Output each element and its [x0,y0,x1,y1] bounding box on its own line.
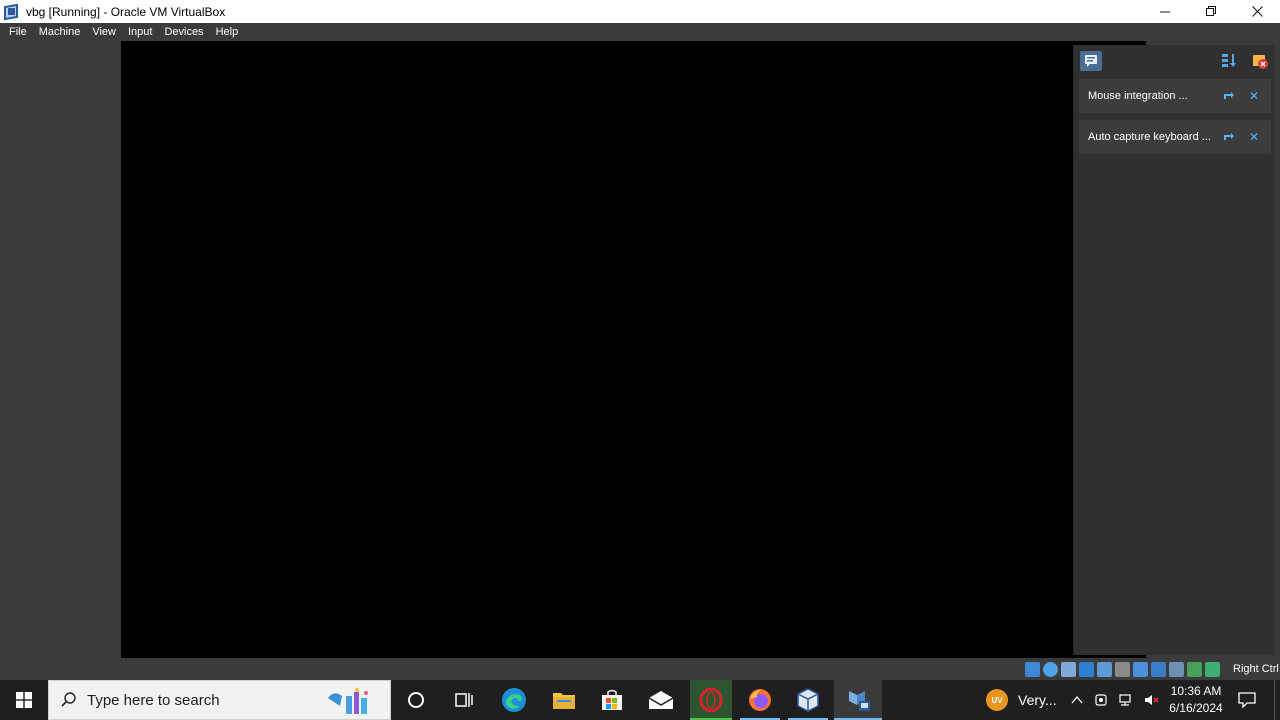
firefox-button[interactable] [736,680,784,720]
status-bar-indicators [1025,662,1220,677]
taskbar-clock[interactable]: 10:36 AM 6/16/2024 [1163,683,1229,717]
window-title: vbg [Running] - Oracle VM VirtualBox [26,4,226,19]
windows-taskbar: Type here to search UV Very... 10:36 AM … [0,680,1280,720]
microsoft-store-button[interactable] [588,680,636,720]
virtualbox-vm-window-button[interactable] [834,680,882,720]
keyboard-icon[interactable] [1205,662,1220,677]
sort-icon [1222,54,1236,67]
menu-input[interactable]: Input [122,23,158,41]
virtualbox-vm-icon [849,691,870,711]
notification-item[interactable]: Auto capture keyboard ... ✕ [1079,120,1271,154]
host-key-label: Right Ctrl [1233,663,1279,675]
volume-muted-icon[interactable] [1144,693,1160,707]
search-highlight-icon [328,688,368,714]
firefox-icon [749,689,771,711]
edge-button[interactable] [490,680,538,720]
virtualbox-icon [797,688,819,712]
opera-button[interactable] [690,680,732,720]
clear-all-icon [1253,55,1268,69]
usb-icon[interactable] [1097,662,1112,677]
notification-text: Auto capture keyboard ... [1088,131,1211,143]
recording-icon[interactable] [1151,662,1166,677]
vm-screen[interactable] [121,41,1146,658]
mail-button[interactable] [637,680,685,720]
search-placeholder: Type here to search [87,691,220,709]
file-explorer-button[interactable] [540,680,588,720]
menu-help[interactable]: Help [210,23,245,41]
notification-icon [1238,692,1256,708]
meet-now-icon[interactable] [1094,693,1108,707]
close-notification-icon[interactable]: ✕ [1248,131,1260,143]
audio-icon[interactable] [1061,662,1076,677]
start-button[interactable] [0,680,48,720]
menu-devices[interactable]: Devices [158,23,209,41]
minimize-button[interactable] [1142,0,1188,23]
shared-folders-icon[interactable] [1115,662,1130,677]
notification-item[interactable]: Mouse integration ... ✕ [1079,79,1271,113]
search-icon [61,692,76,707]
notification-center-toggle-button[interactable] [1080,51,1102,71]
menu-machine[interactable]: Machine [33,23,87,41]
menu-view[interactable]: View [86,23,122,41]
action-center-button[interactable] [1232,680,1262,720]
restore-icon [1205,6,1216,16]
message-icon [1085,55,1097,67]
menu-file[interactable]: File [3,23,33,41]
minimize-icon [1159,11,1170,13]
task-view-button[interactable] [440,680,488,720]
show-hidden-icons-icon[interactable] [1070,693,1084,707]
store-icon [602,689,622,710]
cpu-icon[interactable] [1169,662,1184,677]
menu-bar: File Machine View Input Devices Help [0,23,1280,41]
display-icon[interactable] [1133,662,1148,677]
optical-disk-icon[interactable] [1043,662,1058,677]
opera-icon [699,688,723,712]
sort-notifications-button[interactable] [1220,52,1238,70]
network-icon[interactable] [1079,662,1094,677]
weather-widget[interactable]: UV Very... [986,680,1057,720]
pin-icon[interactable] [1223,131,1235,143]
close-icon [1251,6,1263,17]
clock-time: 10:36 AM [1170,684,1222,698]
mouse-integration-icon[interactable] [1187,662,1202,677]
mail-icon [648,691,674,709]
pin-icon[interactable] [1223,90,1235,102]
vm-status-bar: Right Ctrl [0,660,1280,680]
clear-notifications-button[interactable] [1251,52,1269,70]
weather-text: Very... [1018,692,1057,708]
system-tray [1070,680,1160,720]
cortana-button[interactable] [392,680,440,720]
notification-text: Mouse integration ... [1088,90,1188,102]
windows-logo-icon [16,692,32,708]
clock-date: 6/16/2024 [1169,701,1223,715]
network-status-icon[interactable] [1118,693,1134,707]
hard-disk-icon[interactable] [1025,662,1040,677]
close-notification-icon[interactable]: ✕ [1248,90,1260,102]
virtualbox-app-icon [3,3,19,20]
weather-uv-icon: UV [986,689,1008,711]
notification-center-header [1074,45,1275,77]
show-desktop-button[interactable] [1274,680,1280,720]
notification-center: Mouse integration ... ✕ Auto capture key… [1073,45,1275,655]
restore-button[interactable] [1188,0,1234,23]
taskbar-search-box[interactable]: Type here to search [48,680,391,720]
close-button[interactable] [1234,0,1280,23]
desktop: vbg [Running] - Oracle VM VirtualBox Fil… [0,0,1280,720]
edge-icon [502,688,526,712]
cortana-icon [408,692,424,708]
task-view-icon [455,693,473,707]
title-bar: vbg [Running] - Oracle VM VirtualBox [0,0,1280,23]
virtualbox-manager-button[interactable] [784,680,832,720]
file-explorer-icon [553,693,575,709]
